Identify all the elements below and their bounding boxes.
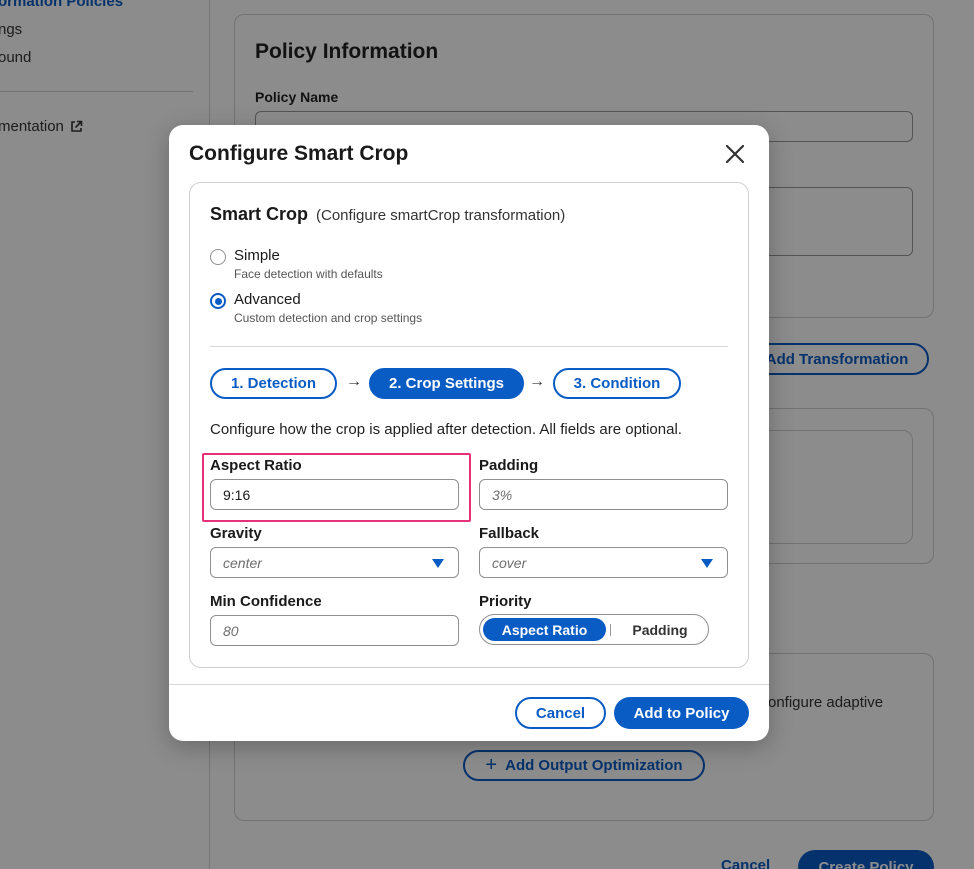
fallback-label: Fallback [479,525,540,542]
radio-label: Advanced [234,291,301,308]
select-value: cover [492,554,527,571]
mode-option-simple[interactable]: Simple Face detection with defaults [210,247,383,281]
section-title: Smart Crop [210,204,309,224]
radio-description: Face detection with defaults [234,267,383,281]
radio-simple[interactable] [210,249,226,265]
select-value: center [223,554,262,571]
close-icon [726,145,744,163]
button-label: Cancel [535,704,586,722]
min-confidence-label: Min Confidence [210,593,322,610]
gravity-select[interactable]: center [210,547,459,578]
segment-separator [610,624,611,636]
input-placeholder: 80 [223,622,239,639]
priority-toggle: Aspect Ratio Padding [479,614,709,645]
priority-option-aspect-ratio[interactable]: Aspect Ratio [483,618,606,641]
footer-divider [169,684,769,685]
priority-option-padding[interactable]: Padding [620,618,700,641]
min-confidence-input[interactable]: 80 [210,615,459,646]
button-label: Add to Policy [633,704,730,722]
priority-label: Priority [479,593,532,610]
arrow-right-icon: → [529,373,545,390]
help-text: Configure how the crop is applied after … [210,421,682,438]
radio-description: Custom detection and crop settings [234,311,423,325]
padding-label: Padding [479,457,539,474]
padding-input[interactable]: 3% [479,479,728,510]
step-label: 3. Condition [573,375,661,392]
step-condition[interactable]: 3. Condition [553,368,681,399]
step-label: 1. Detection [230,375,317,392]
smart-crop-heading: Smart Crop (Configure smartCrop transform… [210,204,565,225]
configure-smart-crop-dialog: Configure Smart Crop Smart Crop (Configur… [169,125,769,741]
mode-option-advanced[interactable]: Advanced Custom detection and crop setti… [210,291,422,325]
close-button[interactable] [722,141,748,167]
step-label: 2. Crop Settings [388,375,504,392]
arrow-right-icon: → [346,373,362,390]
input-placeholder: 3% [492,486,513,503]
add-to-policy-button[interactable]: Add to Policy [614,697,749,729]
dialog-title: Configure Smart Crop [189,142,409,165]
caret-down-icon [701,559,713,568]
smart-crop-card: Smart Crop (Configure smartCrop transform… [189,182,749,668]
radio-label: Simple [234,247,280,264]
section-subtitle: (Configure smartCrop transformation) [316,207,566,224]
radio-advanced[interactable] [210,293,226,309]
section-divider [210,346,728,347]
gravity-label: Gravity [210,525,262,542]
step-detection[interactable]: 1. Detection [210,368,337,399]
aspect-ratio-highlight [202,453,471,522]
step-crop-settings[interactable]: 2. Crop Settings [369,368,524,399]
caret-down-icon [432,559,444,568]
cancel-button[interactable]: Cancel [515,697,606,729]
fallback-select[interactable]: cover [479,547,728,578]
